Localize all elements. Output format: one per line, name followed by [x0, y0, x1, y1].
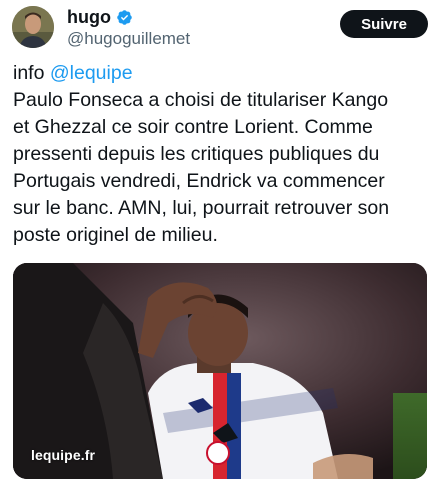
tweet-prefix: info	[13, 62, 50, 84]
mention-link[interactable]: @lequipe	[50, 62, 133, 84]
tweet-header: hugo @hugoguillemet Suivre	[12, 6, 428, 50]
image-watermark: lequipe.fr	[31, 447, 96, 463]
follow-button[interactable]: Suivre	[340, 10, 428, 38]
tweet-body: Paulo Fonseca a choisi de titulariser Ka…	[13, 89, 390, 246]
tweet-text: info @lequipe Paulo Fonseca a choisi de …	[13, 60, 431, 249]
author-handle[interactable]: @hugoguillemet	[67, 28, 190, 50]
author-display-name[interactable]: hugo	[67, 6, 111, 28]
author-avatar[interactable]	[12, 6, 54, 48]
author-name-row: hugo	[67, 6, 133, 28]
verified-badge-icon	[117, 9, 132, 25]
tweet-media-image[interactable]: lequipe.fr	[13, 263, 427, 479]
